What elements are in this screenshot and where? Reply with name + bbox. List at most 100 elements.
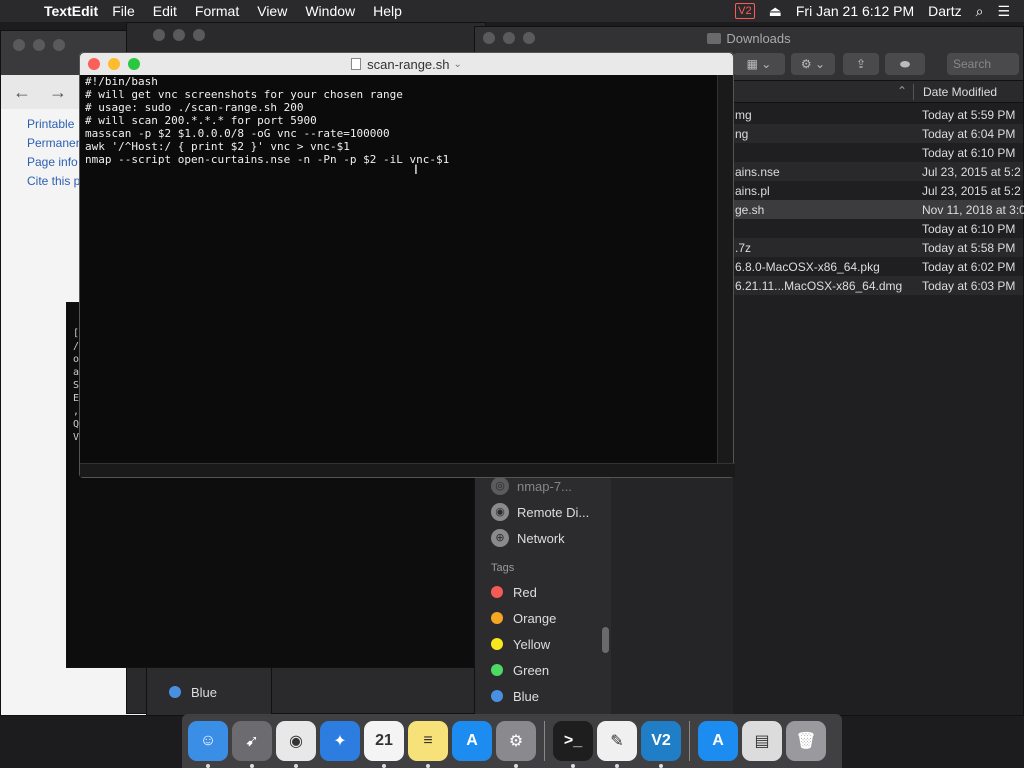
file-row[interactable]: Today at 6:10 PM <box>733 219 1023 238</box>
spotlight-search-icon[interactable]: ⌕ <box>976 3 984 20</box>
sidebar-scrollbar[interactable] <box>602 627 609 653</box>
app-name-menu[interactable]: TextEdit <box>44 3 98 19</box>
forward-arrow-icon[interactable]: → <box>49 82 67 103</box>
status-area: V2 ⏏ Fri Jan 21 6:12 PM Dartz ⌕ ☰ <box>735 0 1024 22</box>
textedit-titlebar[interactable]: scan-range.sh ⌄ <box>80 53 733 75</box>
zoom-button[interactable] <box>53 39 65 51</box>
sort-arrow-icon[interactable]: ⌃ <box>897 84 907 98</box>
dock-launchpad-icon[interactable]: ➹ <box>232 721 272 768</box>
sidebar-item-network[interactable]: ⊕ Network <box>491 525 607 551</box>
system-preferences-glyph: ⚙ <box>508 733 524 750</box>
menu-format[interactable]: Format <box>195 3 239 19</box>
safari-glyph: ✦ <box>333 733 347 750</box>
menu-window[interactable]: Window <box>305 3 355 19</box>
file-row[interactable]: 6.21.11...MacOSX-x86_64.dmg Today at 6:03… <box>733 276 1023 295</box>
user-menu[interactable]: Dartz <box>928 3 961 19</box>
share-button[interactable]: ⇪ <box>843 53 879 75</box>
tags-header: Tags <box>491 562 515 574</box>
file-row[interactable]: ains.nse Jul 23, 2015 at 5:2 <box>733 162 1023 181</box>
dock-safari-icon[interactable]: ✦ <box>320 721 360 761</box>
dock-notes-icon[interactable]: ≡ <box>408 721 448 768</box>
finder-search-input[interactable]: Search <box>947 53 1019 75</box>
file-row[interactable]: .7z Today at 5:58 PM <box>733 238 1023 257</box>
finder-title: Downloads <box>726 30 791 46</box>
close-button[interactable] <box>153 29 165 41</box>
file-row-selected[interactable]: ge.sh Nov 11, 2018 at 3:0 <box>733 200 1024 219</box>
tag-orange[interactable]: Orange <box>491 605 607 631</box>
window-controls <box>483 32 535 44</box>
minimize-button[interactable] <box>108 58 120 70</box>
running-indicator <box>294 764 298 768</box>
running-indicator <box>659 764 663 768</box>
notes-glyph: ≡ <box>423 732 433 749</box>
zoom-button[interactable] <box>523 32 535 44</box>
dock-chrome-icon[interactable]: ◉ <box>276 721 316 768</box>
dock-textedit-icon[interactable]: ✎ <box>597 721 637 768</box>
column-divider[interactable] <box>913 84 914 100</box>
close-button[interactable] <box>483 32 495 44</box>
yellow-dot-icon <box>491 638 503 650</box>
dock-app-store-icon[interactable]: A <box>452 721 492 761</box>
tag-red[interactable]: Red <box>491 579 607 605</box>
running-indicator <box>571 764 575 768</box>
disk-icon: ◎ <box>491 477 509 495</box>
zoom-button[interactable] <box>128 58 140 70</box>
textedit-window: scan-range.sh ⌄ #!/bin/bash # will get v… <box>79 52 735 478</box>
dock-trash-icon[interactable]: 🗑 <box>786 721 826 761</box>
dock-system-preferences-icon[interactable]: ⚙ <box>496 721 536 768</box>
close-button[interactable] <box>88 58 100 70</box>
preview-glyph: ▤ <box>754 733 770 750</box>
menu-help[interactable]: Help <box>373 3 402 19</box>
dock-app-store-2-icon[interactable]: A <box>698 721 738 761</box>
tag-blue[interactable]: Blue <box>491 683 607 709</box>
notification-center-icon[interactable]: ☰ <box>997 3 1010 20</box>
sidebar-item-remote-disc[interactable]: ◉ Remote Di... <box>491 499 607 525</box>
textedit-glyph: ✎ <box>610 733 624 750</box>
dock-separator <box>544 721 545 761</box>
clock[interactable]: Fri Jan 21 6:12 PM <box>796 3 914 19</box>
menu-edit[interactable]: Edit <box>153 3 177 19</box>
blue-dot-icon <box>491 690 503 702</box>
zoom-button[interactable] <box>193 29 205 41</box>
dock-terminal-icon[interactable]: >_ <box>553 721 593 768</box>
file-row[interactable]: mg Today at 5:59 PM <box>733 105 1023 124</box>
chevron-down-icon[interactable]: ⌄ <box>454 59 462 70</box>
menu-view[interactable]: View <box>257 3 287 19</box>
eject-icon[interactable]: ⏏ <box>769 3 782 20</box>
dock-vnc-viewer-icon[interactable]: V2 <box>641 721 681 768</box>
file-row[interactable]: Today at 6:10 PM <box>733 143 1023 162</box>
horizontal-scrollbar[interactable] <box>80 463 735 477</box>
tag-blue[interactable]: Blue <box>169 679 271 705</box>
vnc-status-icon[interactable]: V2 <box>735 3 755 19</box>
trash-glyph: 🗑 <box>795 733 817 750</box>
terminal-glyph: >_ <box>563 732 583 749</box>
date-modified-column[interactable]: Date Modified <box>923 85 997 99</box>
window-controls <box>153 29 205 41</box>
menu-file[interactable]: File <box>112 3 135 19</box>
file-row[interactable]: ains.pl Jul 23, 2015 at 5:2 <box>733 181 1023 200</box>
back-arrow-icon[interactable]: ← <box>13 82 31 103</box>
file-row[interactable]: 6.8.0-MacOSX-x86_64.pkg Today at 6:02 PM <box>733 257 1023 276</box>
chrome-glyph: ◉ <box>289 733 303 750</box>
tag-green[interactable]: Green <box>491 657 607 683</box>
action-gear-button[interactable]: ⚙ ⌄ <box>791 53 835 75</box>
file-row[interactable]: ng Today at 6:04 PM <box>733 124 1023 143</box>
running-indicator <box>382 764 386 768</box>
close-button[interactable] <box>13 39 25 51</box>
running-indicator <box>615 764 619 768</box>
document-title[interactable]: scan-range.sh <box>367 57 449 72</box>
text-cursor-icon: I <box>414 161 418 177</box>
tag-button[interactable]: ⬬ <box>885 53 925 75</box>
dock-preview-icon[interactable]: ▤ <box>742 721 782 761</box>
dock-finder-icon[interactable]: ☺ <box>188 721 228 768</box>
view-options-button[interactable]: ▦ ⌄ <box>733 53 785 75</box>
minimize-button[interactable] <box>173 29 185 41</box>
vertical-scrollbar[interactable] <box>717 75 733 463</box>
text-editor-area[interactable]: #!/bin/bash # will get vnc screenshots f… <box>80 75 718 463</box>
running-indicator <box>250 764 254 768</box>
file-list: mg Today at 5:59 PM ng Today at 6:04 PM To… <box>733 105 1024 295</box>
tag-yellow[interactable]: Yellow <box>491 631 607 657</box>
minimize-button[interactable] <box>503 32 515 44</box>
dock-calendar-icon[interactable]: 21 <box>364 721 404 768</box>
minimize-button[interactable] <box>33 39 45 51</box>
